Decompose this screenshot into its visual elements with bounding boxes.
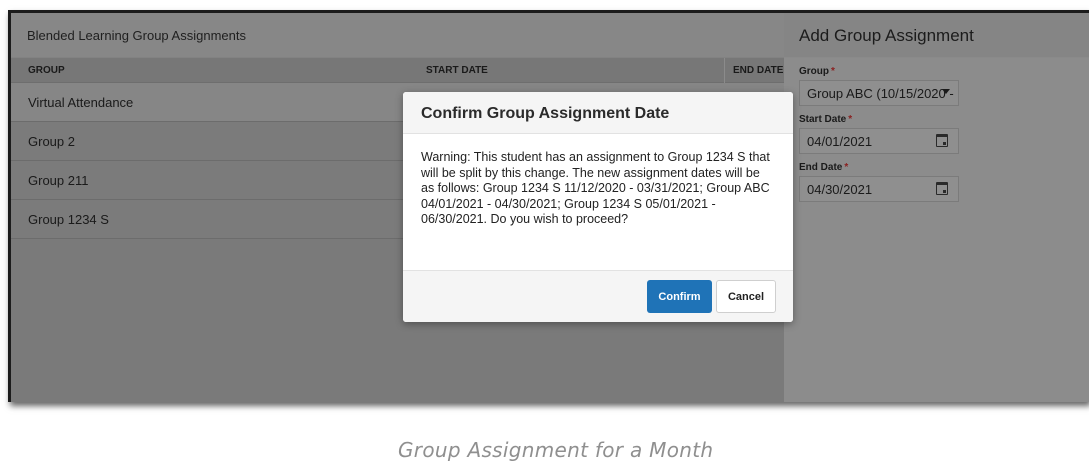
column-header-start-date[interactable]: START DATE [426, 65, 488, 76]
group-select[interactable]: Group ABC (10/15/2020 - [799, 80, 959, 106]
cancel-button[interactable]: Cancel [716, 280, 776, 313]
column-header-end-date[interactable]: END DATE [724, 57, 783, 83]
table-header: GROUP START DATE END DATE [11, 57, 784, 83]
start-date-value: 04/01/2021 [807, 133, 873, 149]
row-group-name: Virtual Attendance [28, 94, 134, 110]
required-marker: * [844, 162, 849, 173]
row-group-name: Group 2 [28, 133, 75, 149]
confirm-button[interactable]: Confirm [647, 280, 712, 313]
caption-text: Group Assignment for a Month [398, 438, 714, 462]
dialog-title: Confirm Group Assignment Date [403, 92, 793, 134]
row-group-name: Group 1234 S [28, 211, 109, 227]
end-date-field[interactable]: 04/30/2021 [799, 176, 959, 202]
calendar-icon[interactable] [936, 182, 948, 195]
row-group-name: Group 211 [28, 172, 89, 188]
dialog-footer: Confirm Cancel [403, 270, 793, 322]
group-select-value: Group ABC (10/15/2020 - [807, 85, 954, 101]
add-group-assignment-panel: Add Group Assignment Group * Group ABC (1… [784, 13, 1089, 402]
chevron-down-icon [942, 89, 950, 94]
panel-title: Blended Learning Group Assignments [11, 13, 784, 58]
start-date-field[interactable]: 04/01/2021 [799, 128, 959, 154]
confirm-dialog: Confirm Group Assignment Date Warning: T… [403, 92, 793, 322]
group-label: Group * [799, 66, 835, 77]
required-marker: * [848, 114, 853, 125]
required-marker: * [831, 66, 835, 77]
column-header-group[interactable]: GROUP [28, 65, 65, 76]
end-date-label: End Date * [799, 162, 849, 173]
calendar-icon[interactable] [936, 134, 948, 147]
start-date-label: Start Date * [799, 114, 853, 125]
dialog-message: Warning: This student has an assignment … [421, 150, 770, 226]
add-panel-title: Add Group Assignment [784, 13, 1089, 58]
end-date-value: 04/30/2021 [807, 181, 873, 197]
